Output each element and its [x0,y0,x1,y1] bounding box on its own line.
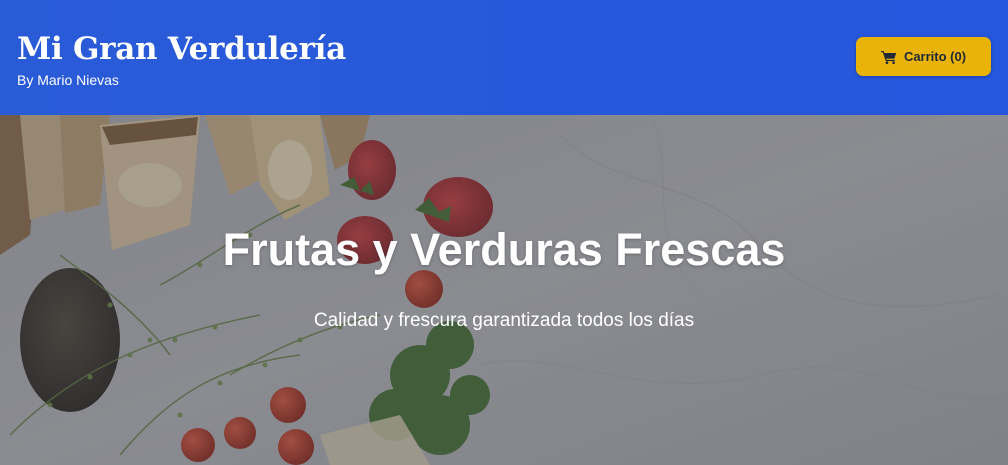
site-header: Mi Gran Verdulería By Mario Nievas Carri… [0,0,1008,115]
hero-title: Frutas y Verduras Frescas [222,224,786,275]
hero-subtitle: Calidad y frescura garantizada todos los… [313,310,695,331]
cart-button[interactable]: Carrito (0) [856,37,991,76]
site-title: Mi Gran Verdulería [17,31,346,67]
shopping-cart-icon [880,50,897,64]
cart-button-label: Carrito (0) [903,49,967,64]
site-subtitle: By Mario Nievas [17,72,119,88]
hero-overlay [0,115,1008,465]
hero-banner: Frutas y Verduras Frescas Calidad y fres… [0,115,1008,465]
